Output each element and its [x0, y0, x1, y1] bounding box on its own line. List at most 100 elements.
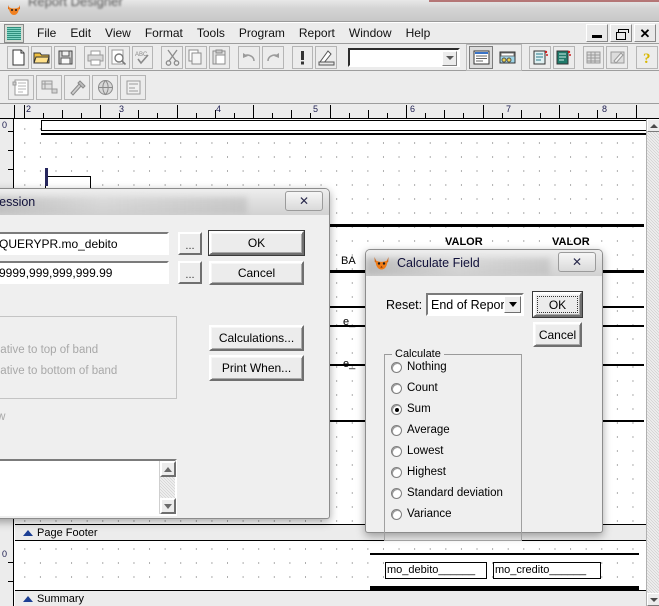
close-button[interactable]: ✕	[634, 24, 656, 42]
radio-circle	[391, 361, 402, 373]
menu-edit[interactable]: Edit	[63, 24, 98, 42]
radio-circle	[391, 445, 402, 457]
column-label-valor-2[interactable]: VALOR	[552, 236, 590, 248]
memo-scroll-up-icon[interactable]	[160, 461, 176, 477]
undo-icon[interactable]	[238, 45, 261, 69]
menu-tools[interactable]: Tools	[190, 24, 232, 42]
menu-file[interactable]: File	[30, 24, 63, 42]
builder-tools-icon[interactable]	[64, 74, 90, 100]
header-box[interactable]	[41, 120, 646, 131]
spellcheck-icon[interactable]: ABC	[131, 45, 154, 69]
calculate-ok-button[interactable]: OK	[533, 292, 582, 317]
calculate-close-icon[interactable]: ✕	[558, 252, 596, 272]
detail-field-e1[interactable]: e_	[343, 316, 355, 328]
radio-count-label: Count	[407, 382, 438, 394]
label-build-icon[interactable]	[553, 45, 575, 69]
reset-combo[interactable]: End of Report	[426, 293, 524, 316]
save-disk-icon[interactable]	[54, 45, 77, 69]
field-list-icon[interactable]	[8, 74, 34, 100]
globe-icon[interactable]	[92, 74, 118, 100]
menu-window[interactable]: Window	[342, 24, 399, 42]
run-exclamation-icon[interactable]	[291, 45, 314, 69]
data-env-icon[interactable]	[495, 45, 520, 69]
calculations-button[interactable]: Calculations...	[209, 325, 304, 351]
radio-fix-bottom[interactable]: Fix relative to bottom of band	[0, 365, 117, 377]
chevron-down-icon[interactable]	[442, 50, 458, 66]
redo-icon[interactable]	[262, 45, 284, 69]
expression-dialog-titlebar[interactable]: pression ✕	[0, 189, 329, 215]
application-icon	[4, 23, 24, 43]
calculate-dialog-titlebar[interactable]: Calculate Field ✕	[366, 250, 602, 276]
report-build-icon[interactable]	[529, 45, 552, 69]
footer-field-mo-credito[interactable]: mo_credito______	[493, 562, 601, 579]
radio-fix-bottom-label: Fix relative to bottom of band	[0, 365, 118, 377]
band-summary[interactable]: Summary	[15, 590, 646, 606]
help-question-icon[interactable]: ?	[636, 45, 658, 69]
radio-sum[interactable]: Sum	[391, 403, 431, 415]
titlebar-blur-wash	[0, 197, 248, 214]
radio-standard-deviation[interactable]: Standard deviation	[391, 487, 503, 499]
header-rule[interactable]	[41, 133, 646, 135]
restore-button[interactable]	[610, 24, 632, 42]
radio-average[interactable]: Average	[391, 424, 450, 436]
scroll-up-icon[interactable]	[647, 119, 659, 132]
footer-field-mo-debito[interactable]: mo_debito______	[385, 562, 487, 579]
scroll-down-icon[interactable]	[647, 593, 659, 606]
menu-program[interactable]: Program	[232, 24, 292, 42]
menu-report[interactable]: Report	[292, 24, 342, 42]
print-when-label: Print When...	[221, 361, 292, 375]
expression-browse-button[interactable]: ...	[178, 232, 202, 255]
print-when-button[interactable]: Print When...	[209, 355, 304, 381]
open-folder-icon[interactable]	[30, 45, 53, 69]
column-label-ba[interactable]: BA	[341, 255, 356, 267]
format-input[interactable]: 9999,999,999,999.99	[0, 261, 169, 284]
triangle-up-icon	[23, 530, 33, 536]
ruler-label-7: 7	[506, 104, 512, 114]
column-label-valor-1[interactable]: VALOR	[445, 236, 483, 248]
new-icon[interactable]	[7, 45, 29, 69]
align-icon[interactable]	[120, 74, 146, 100]
comment-memo[interactable]	[0, 459, 177, 516]
table-grid-icon[interactable]	[582, 45, 605, 69]
minimize-button[interactable]	[586, 24, 608, 42]
memo-scroll-down-icon[interactable]	[160, 498, 176, 514]
svg-text:?: ?	[643, 51, 651, 66]
modify-ruler-icon[interactable]	[315, 45, 338, 69]
radio-nothing[interactable]: Nothing	[391, 361, 447, 373]
radio-sum-label: Sum	[407, 403, 431, 415]
print-preview-icon[interactable]	[107, 45, 130, 69]
chevron-down-icon[interactable]	[504, 296, 521, 313]
ruler-label-6: 6	[410, 104, 416, 114]
paste-icon[interactable]	[208, 45, 231, 69]
menu-help[interactable]: Help	[399, 24, 438, 42]
font-size-combo[interactable]	[348, 47, 461, 67]
expression-ok-button[interactable]: OK	[209, 231, 304, 255]
radio-standard-deviation-label: Standard deviation	[407, 487, 503, 499]
menu-format[interactable]: Format	[138, 24, 190, 42]
detail-field-e2[interactable]: e_	[343, 358, 355, 370]
stretch-overflow-label[interactable]: h overflow	[0, 411, 5, 423]
grid-layout-icon[interactable]	[36, 74, 62, 100]
report-expression-dialog[interactable]: pression ✕ QUERYPR.mo_debito ... OK 9999…	[0, 188, 330, 519]
print-icon[interactable]	[84, 45, 106, 69]
vertical-scrollbar[interactable]	[646, 119, 659, 606]
format-browse-button[interactable]: ...	[178, 261, 202, 284]
expression-input[interactable]: QUERYPR.mo_debito	[0, 232, 169, 255]
menu-view[interactable]: View	[98, 24, 138, 42]
footer-rule-top[interactable]	[370, 553, 639, 555]
radio-fix-top[interactable]: Fix relative to top of band	[0, 344, 98, 356]
radio-count[interactable]: Count	[391, 382, 438, 394]
calculate-field-dialog[interactable]: Calculate Field ✕ Reset: End of Report O…	[365, 249, 603, 541]
expression-close-icon[interactable]: ✕	[285, 191, 323, 211]
expression-cancel-button[interactable]: Cancel	[209, 261, 304, 285]
radio-variance-label: Variance	[407, 508, 452, 520]
radio-lowest[interactable]: Lowest	[391, 445, 443, 457]
memo-scrollbar[interactable]	[159, 461, 176, 514]
copy-icon[interactable]	[184, 45, 207, 69]
radio-highest[interactable]: Highest	[391, 466, 446, 478]
cut-scissors-icon[interactable]	[161, 45, 183, 69]
list-view-icon[interactable]	[469, 45, 494, 69]
edit-table-icon[interactable]	[606, 45, 629, 69]
calculate-cancel-button[interactable]: Cancel	[533, 322, 582, 347]
radio-variance[interactable]: Variance	[391, 508, 452, 520]
